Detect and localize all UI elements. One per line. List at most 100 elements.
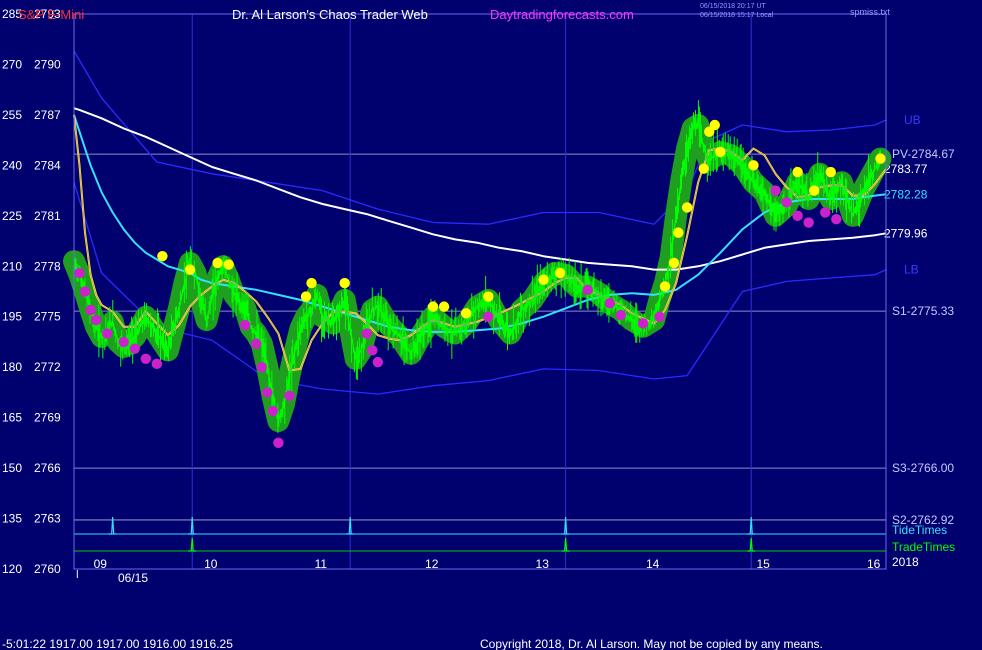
y-tick-label-left: 180	[2, 360, 22, 374]
yellow-dot	[681, 202, 693, 213]
chart-canvas: PV-2784.67S1-2775.33S3-2766.00S2-2762.92…	[2, 3, 955, 650]
magenta-dot	[79, 286, 91, 297]
level-label: S3-2766.00	[892, 461, 954, 475]
magenta-dot	[820, 207, 831, 218]
y-tick-label-price: 2769	[34, 411, 61, 425]
yellow-dot	[339, 277, 350, 289]
yellow-dot	[715, 146, 726, 158]
magenta-dot	[582, 284, 593, 296]
magenta-dot	[101, 328, 113, 339]
yellow-dot	[698, 163, 709, 174]
magenta-dot	[90, 314, 102, 326]
y-tick-label-left: 255	[2, 108, 22, 122]
magenta-dot	[781, 197, 792, 208]
magenta-dot	[74, 267, 85, 279]
date-label: 06/15	[118, 571, 148, 585]
y-tick-label-left: 225	[2, 209, 22, 223]
year-label: 2018	[892, 555, 919, 569]
page-title: Dr. Al Larson's Chaos Trader Web	[232, 7, 428, 22]
y-tick-label-price: 2766	[34, 461, 61, 475]
yellow-dot	[538, 274, 549, 285]
file-name: spmiss.txt	[850, 7, 891, 17]
yellow-dot	[212, 257, 223, 269]
magenta-dot	[262, 387, 273, 398]
magenta-dot	[85, 304, 96, 316]
yellow-dot	[427, 301, 439, 312]
yellow-dot	[157, 250, 168, 262]
magenta-dot	[792, 210, 803, 222]
yellow-dot	[709, 119, 720, 131]
y-tick-label-price: 2763	[34, 512, 61, 526]
yellow-dot	[792, 166, 803, 178]
y-tick-label-price: 2775	[34, 310, 61, 324]
magenta-dot	[604, 298, 616, 309]
yellow-dot	[483, 291, 494, 302]
y-tick-label-left: 135	[2, 512, 22, 526]
y-tick-label-price: 2790	[34, 57, 61, 71]
y-tick-label-price: 2772	[34, 360, 61, 374]
magenta-dot	[273, 437, 284, 449]
timestamp-utc: 06/15/2018 20:17 UT	[700, 3, 766, 10]
y-tick-label-price: 2778	[34, 259, 61, 273]
y-tick-label-left: 165	[2, 411, 22, 425]
magenta-dot	[118, 336, 129, 348]
magenta-dot	[361, 328, 372, 339]
magenta-dot	[284, 390, 295, 401]
magenta-dot	[637, 318, 649, 329]
y-tick-label-left: 195	[2, 310, 22, 324]
magenta-dot	[654, 311, 665, 322]
x-tick-label: 09	[94, 557, 108, 571]
yellow-dot	[673, 227, 684, 238]
magenta-dot	[267, 405, 279, 417]
x-tick-label: 14	[646, 557, 660, 571]
yellow-dot	[875, 153, 886, 164]
value-label: 2783.77	[884, 162, 928, 176]
yellow-dot	[223, 259, 234, 270]
band-lines	[73, 50, 887, 395]
magenta-dot	[615, 309, 627, 321]
y-tick-label-left: 240	[2, 158, 22, 172]
yellow-dot	[460, 308, 472, 319]
indicator-lines	[73, 107, 887, 372]
yellow-dot	[825, 166, 836, 178]
yellow-dot	[300, 291, 312, 302]
y-tick-label-price: 2760	[34, 562, 61, 576]
y-tick-label-left: 120	[2, 562, 22, 576]
yellow-dot	[306, 277, 317, 289]
x-tick-label: 16	[867, 557, 881, 571]
level-label: S1-2775.33	[892, 304, 954, 318]
tide-trade-traces	[74, 516, 886, 552]
timestamp-local: 06/15/2018 15:17 Local	[700, 12, 774, 19]
level-label: PV-2784.67	[892, 147, 955, 161]
magenta-dot	[483, 311, 494, 322]
copyright: Copyright 2018, Dr. Al Larson. May not b…	[480, 637, 823, 650]
y-tick-label-price: 2784	[34, 158, 61, 172]
yellow-dot	[659, 281, 671, 292]
magenta-dot	[831, 213, 842, 225]
yellow-dot	[748, 160, 759, 171]
magenta-dot	[803, 217, 814, 228]
symbol-title: S&P E-Mini	[18, 7, 84, 22]
yellow-dot	[438, 301, 450, 312]
site-link[interactable]: Daytradingforecasts.com	[490, 7, 634, 22]
magenta-dot	[129, 343, 140, 354]
band-label: LB	[904, 263, 919, 277]
y-tick-label-left: 270	[2, 57, 22, 71]
value-label: 2779.96	[884, 226, 928, 240]
x-tick-label: 15	[756, 557, 770, 571]
band-label: UB	[904, 113, 921, 127]
magenta-dot	[256, 361, 268, 373]
magenta-dot	[151, 358, 163, 370]
yellow-dot	[184, 264, 196, 275]
price-line	[73, 124, 882, 424]
x-tick-label: 12	[425, 557, 439, 571]
y-tick-label-price: 2781	[34, 209, 61, 223]
x-tick-label: 11	[315, 557, 328, 571]
axes: 285 2793270 2790255 2787240 2784225 2781210 27…	[2, 7, 881, 578]
y-tick-label-left: 210	[2, 259, 22, 273]
magenta-dot	[372, 356, 384, 368]
y-tick-label-left: 150	[2, 461, 22, 475]
x-tick-label: 10	[204, 557, 218, 571]
yellow-dot	[554, 267, 566, 279]
yellow-dot	[808, 185, 820, 196]
